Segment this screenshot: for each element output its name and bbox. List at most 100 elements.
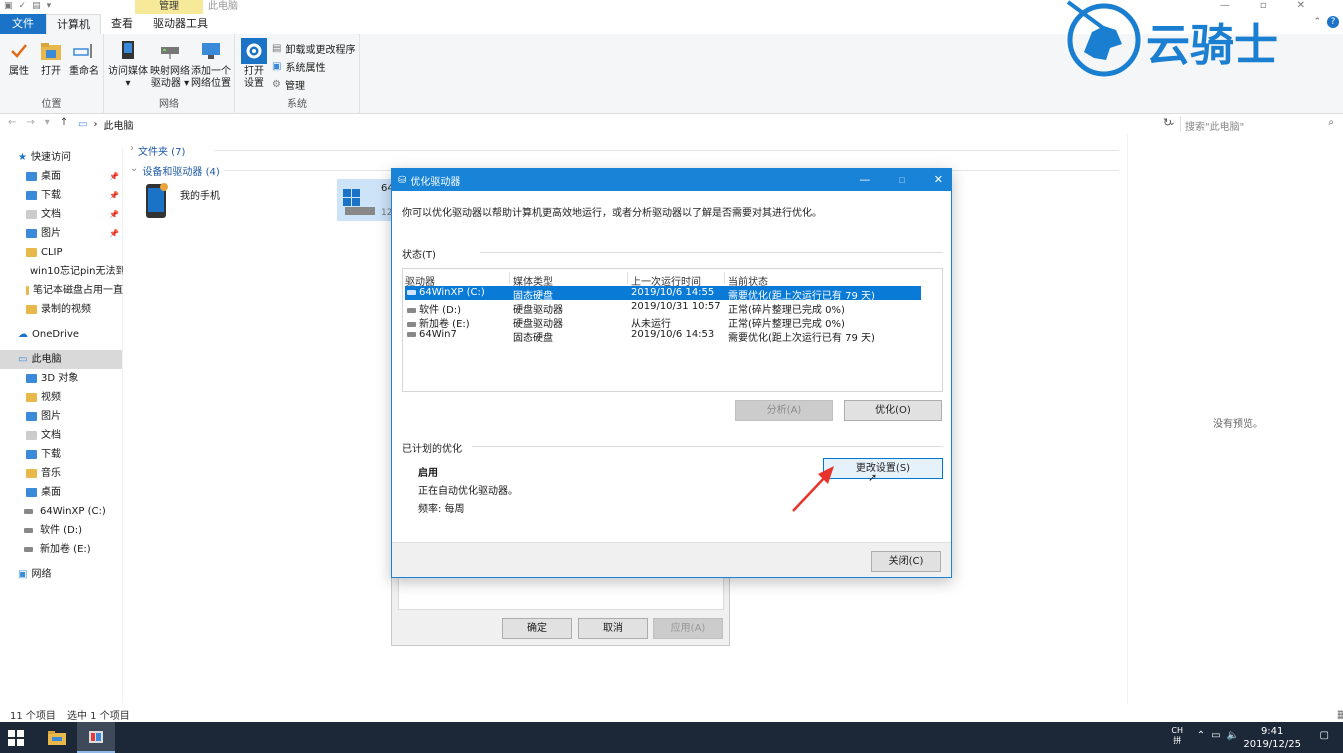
status-bar: 11 个项目 选中 1 个项目 ☰ ▦ xyxy=(0,704,1343,722)
system-properties-button[interactable]: ▣ 系统属性 xyxy=(272,58,325,74)
chevron-up-icon[interactable]: ⌃ xyxy=(1197,730,1205,741)
tab-file[interactable]: 文件 xyxy=(0,14,46,34)
close-button[interactable]: 关闭(C) xyxy=(871,551,941,572)
nav-item-downloads[interactable]: 下载 📌 xyxy=(26,186,123,205)
table-row[interactable]: 64Win7 固态硬盘 2019/10/6 14:53 需要优化(距上次运行已有… xyxy=(405,328,921,344)
nav-item-drive-c[interactable]: 64WinXP (C:) xyxy=(24,502,106,521)
nav-item-3d-objects[interactable]: 3D 对象 xyxy=(26,369,78,388)
column-separator xyxy=(724,272,725,284)
optimize-button[interactable]: 优化(O) xyxy=(844,400,942,421)
nav-item-documents-pc[interactable]: 文档 xyxy=(26,426,61,445)
rename-button[interactable]: 重命名 xyxy=(68,38,100,78)
analyze-button[interactable]: 分析(A) xyxy=(735,400,833,421)
my-phone-item[interactable] xyxy=(144,182,170,223)
red-arrow-annotation xyxy=(792,466,834,512)
table-row[interactable]: 新加卷 (E:) 硬盘驱动器 从未运行 正常(碎片整理已完成 0%) xyxy=(405,314,921,330)
table-row[interactable]: 64WinXP (C:) 固态硬盘 2019/10/6 14:55 需要优化(距… xyxy=(405,286,921,302)
refresh-icon[interactable]: ↻ xyxy=(1163,116,1172,129)
address-bar-row: ← → ▾ ↑ ▭ › 此电脑 ⌄ ↻ 搜索"此电脑" ⌕ xyxy=(0,115,1343,133)
nav-this-pc[interactable]: ▭ 此电脑 xyxy=(0,350,122,369)
nav-quick-access[interactable]: ★ 快速访问 xyxy=(18,148,71,167)
breadcrumb-this-pc[interactable]: 此电脑 xyxy=(103,117,133,132)
nav-item-notebook-disk[interactable]: 笔记本磁盘占用一直 xyxy=(26,281,123,300)
windows-drive-icon xyxy=(343,189,375,215)
open-button[interactable]: 打开 xyxy=(37,38,65,78)
nav-item-pictures[interactable]: 图片 📌 xyxy=(26,224,123,243)
context-tab-manage[interactable]: 管理 xyxy=(135,0,203,14)
rename-icon xyxy=(71,38,97,64)
qat-dropdown-icon[interactable]: ▾ xyxy=(47,1,52,11)
selected-count: 选中 1 个项目 xyxy=(67,711,130,722)
schedule-frequency: 频率: 每周 xyxy=(418,504,465,515)
access-media-button[interactable]: 访问媒体 ▾ xyxy=(108,38,148,90)
navigation-pane: ★ 快速访问 桌面 📌 下载 📌 文档 📌 图片 📌 CLIP win10忘记pin无法到… xyxy=(0,148,123,703)
system-properties-icon: ▣ xyxy=(272,60,282,72)
back-icon[interactable]: ← xyxy=(8,117,16,128)
devices-section-header[interactable]: ⌄ 设备和驱动器 (4) xyxy=(130,163,220,178)
document-folder-icon xyxy=(26,431,37,440)
windows-start-icon[interactable] xyxy=(8,730,24,746)
folders-section-header[interactable]: › 文件夹 (7) xyxy=(130,143,185,158)
video-folder-icon xyxy=(26,393,37,402)
table-row[interactable]: 软件 (D:) 硬盘驱动器 2019/10/31 10:57 正常(碎片整理已完… xyxy=(405,300,921,316)
nav-item-drive-e[interactable]: 新加卷 (E:) xyxy=(24,540,91,559)
nav-item-recorded-video[interactable]: 录制的视频 xyxy=(26,300,123,319)
nav-onedrive[interactable]: ☁ OneDrive xyxy=(18,325,79,344)
nav-item-win10-pin[interactable]: win10忘记pin无法到 xyxy=(26,262,123,281)
group-label-system: 系统 xyxy=(287,99,307,110)
volume-icon[interactable]: 🔈 xyxy=(1227,730,1239,741)
drive-icon xyxy=(24,509,33,514)
add-network-location-button[interactable]: 添加一个 网络位置 xyxy=(190,38,232,90)
taskbar-defrag[interactable] xyxy=(77,722,115,753)
map-network-drive-button[interactable]: 映射网络 驱动器 ▾ xyxy=(150,38,190,90)
nav-network[interactable]: ▣ 网络 xyxy=(18,565,51,584)
nav-item-drive-d[interactable]: 软件 (D:) xyxy=(24,521,82,540)
nav-item-music[interactable]: 音乐 xyxy=(26,464,61,483)
tab-view[interactable]: 查看 xyxy=(101,14,143,34)
nav-item-downloads-pc[interactable]: 下载 xyxy=(26,445,61,464)
tab-drive-tools[interactable]: 驱动器工具 xyxy=(143,14,218,34)
tab-computer[interactable]: 计算机 xyxy=(46,14,101,34)
notification-icon[interactable]: ▢ xyxy=(1320,730,1329,741)
ok-button[interactable]: 确定 xyxy=(502,618,572,639)
taskbar-file-explorer[interactable] xyxy=(38,722,76,753)
dialog-close-icon[interactable]: ✕ xyxy=(934,173,943,186)
hdd-drive-icon xyxy=(407,307,416,313)
chevron-down-icon: ⌄ xyxy=(130,163,139,174)
watermark-logo: 云骑士 xyxy=(1058,0,1330,86)
group-label-network: 网络 xyxy=(159,99,179,110)
change-settings-button[interactable]: 更改设置(S) xyxy=(823,458,943,479)
folder-icon xyxy=(26,172,37,181)
apply-button[interactable]: 应用(A) xyxy=(653,618,723,639)
cancel-button[interactable]: 取消 xyxy=(578,618,648,639)
taskbar: CH 拼 ⌃ ▭ 🔈 9:41 2019/12/25 ▢ xyxy=(0,722,1343,753)
network-tray-icon[interactable]: ▭ xyxy=(1211,730,1220,741)
search-icon[interactable]: ⌕ xyxy=(1328,117,1334,128)
dialog-minimize-icon[interactable]: — xyxy=(859,173,870,186)
manage-button[interactable]: ⚙ 管理 xyxy=(272,76,305,92)
large-icons-view-icon[interactable]: ▦ xyxy=(1337,710,1343,721)
forward-icon[interactable]: → xyxy=(26,117,34,128)
ime-indicator[interactable]: CH 拼 xyxy=(1171,726,1183,746)
nav-item-desktop[interactable]: 桌面 📌 xyxy=(26,167,123,186)
qat-properties-icon[interactable]: ✓ xyxy=(19,1,27,11)
breadcrumb-chevron-icon[interactable]: › xyxy=(93,119,97,130)
nav-item-desktop-pc[interactable]: 桌面 xyxy=(26,483,61,502)
open-folder-icon xyxy=(38,38,64,64)
schedule-status: 启用 xyxy=(418,468,438,479)
nav-item-clip[interactable]: CLIP xyxy=(26,243,123,262)
open-settings-button[interactable]: 打开 设置 xyxy=(239,38,269,90)
nav-item-documents[interactable]: 文档 📌 xyxy=(26,205,123,224)
address-input[interactable]: ▭ › 此电脑 ⌄ xyxy=(78,116,1176,132)
status-label: 状态(T) xyxy=(402,250,436,261)
nav-item-pictures-pc[interactable]: 图片 xyxy=(26,407,61,426)
properties-button[interactable]: 属性 xyxy=(6,38,32,78)
nav-item-videos[interactable]: 视频 xyxy=(26,388,61,407)
recent-dropdown-icon[interactable]: ▾ xyxy=(45,117,50,128)
drive-item-c-partial[interactable]: 64 12 xyxy=(337,179,394,221)
up-icon[interactable]: ↑ xyxy=(60,117,68,128)
search-input[interactable]: 搜索"此电脑" ⌕ xyxy=(1180,116,1338,133)
uninstall-programs-button[interactable]: ▤ 卸载或更改程序 xyxy=(272,40,355,56)
clock[interactable]: 9:41 2019/12/25 xyxy=(1243,725,1301,751)
qat-new-folder-icon[interactable]: ▤ xyxy=(32,1,41,11)
